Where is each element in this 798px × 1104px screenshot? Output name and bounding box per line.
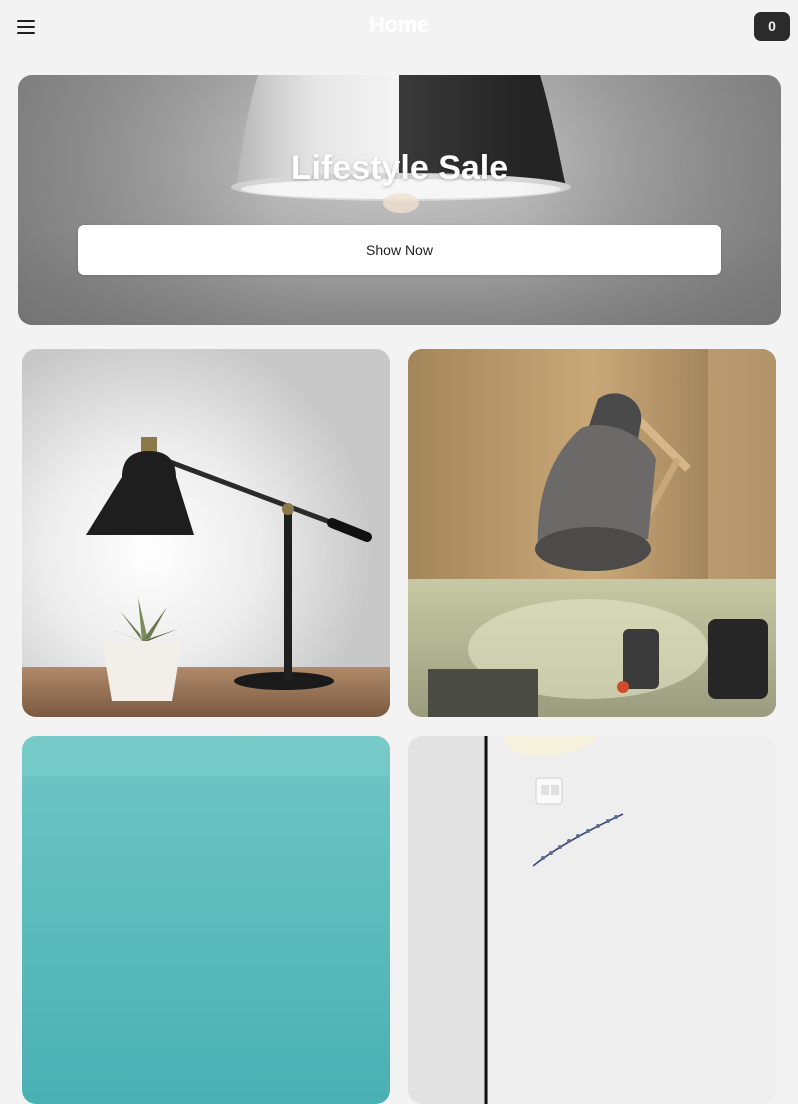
hero-banner: Lifestyle Sale Show Now [18,75,781,325]
adjustable-lamp-image [408,349,776,717]
product-card-adjustable-lamp[interactable] [408,349,776,717]
teal-wall-image [22,736,390,1104]
page-title: Home [369,12,429,37]
product-card-teal[interactable] [22,736,390,1104]
product-card-pendant-lamp[interactable] [408,736,776,1104]
top-app-bar: Home 0 [0,0,798,54]
pendant-lamp-wall-image [408,736,776,1104]
desk-lamp-image [22,349,390,717]
cart-count-badge[interactable]: 0 [754,12,790,41]
hero-title: Lifestyle Sale [290,149,509,187]
product-card-desk-lamp[interactable] [22,349,390,717]
show-now-button[interactable]: Show Now [78,225,721,275]
